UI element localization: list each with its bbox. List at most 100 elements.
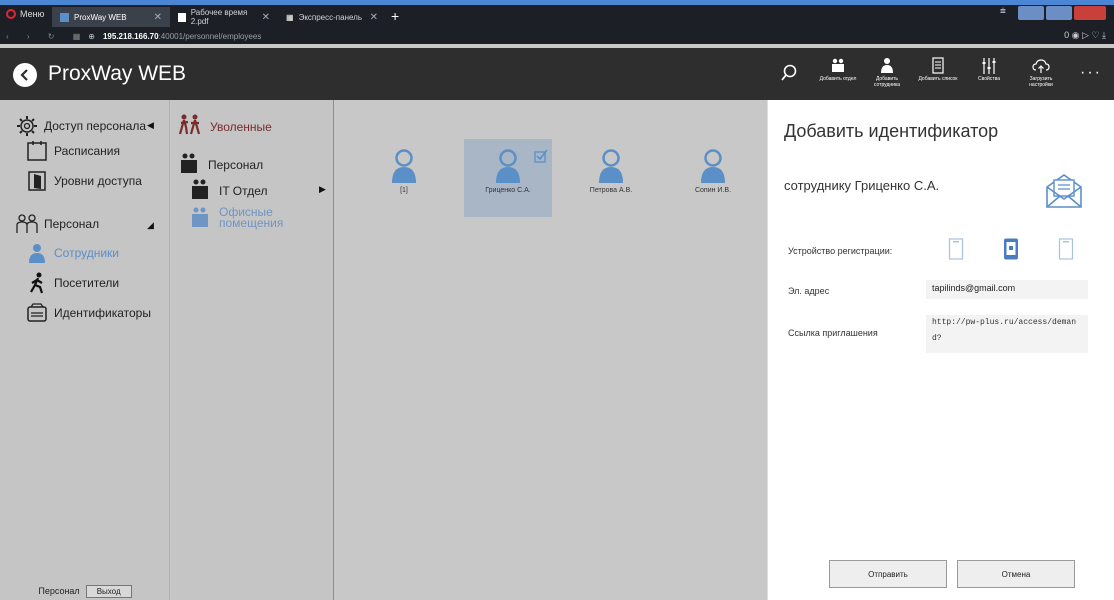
department-icon xyxy=(178,152,200,177)
address-bar-extensions-icon[interactable]: 0 ◉ ▷ ♡ ⤓ xyxy=(1064,30,1106,41)
calendar-icon xyxy=(26,140,48,162)
expand-arrow-icon[interactable]: ▶ xyxy=(319,184,326,195)
add-list-icon xyxy=(932,57,944,74)
footer-user-label: Персонал xyxy=(38,586,80,596)
sidebar-item-label: Уровни доступа xyxy=(54,174,142,188)
browser-tab-proxway[interactable]: ProxWay WEB ✕ xyxy=(52,7,170,27)
device-phone-icon[interactable] xyxy=(1003,238,1019,260)
sidebar-item-employees[interactable]: Сотрудники xyxy=(26,242,119,264)
security-icon[interactable]: ⊕ xyxy=(88,32,95,41)
tab-label: Рабочее время 2.pdf xyxy=(190,8,248,26)
minimize-button[interactable] xyxy=(1018,6,1044,20)
cancel-button[interactable]: Отмена xyxy=(957,560,1075,588)
employee-card[interactable]: [1] xyxy=(360,139,448,217)
toolbar-label: Свойства xyxy=(978,76,1000,82)
logout-button[interactable]: Выход xyxy=(85,584,132,598)
department-icon xyxy=(189,178,211,203)
employee-card-selected[interactable]: Гриценко С.А. xyxy=(464,139,552,217)
close-tab-icon[interactable]: ✕ xyxy=(154,12,162,23)
sidebar-item-personnel[interactable]: Персонал xyxy=(16,213,99,235)
close-tab-icon[interactable]: ✕ xyxy=(262,12,270,23)
toolbar-label: Добавить отдел xyxy=(819,76,857,82)
email-label: Эл. адрес xyxy=(788,286,830,296)
tree-item-fired[interactable]: Уволенные xyxy=(178,114,272,139)
address-bar: ‹ › ↻ ▦ ⊕ 195.218.166.70:40001/personnel… xyxy=(0,29,1114,44)
card-reader-icon xyxy=(26,302,48,324)
device-reader-icon[interactable] xyxy=(1058,238,1074,260)
employee-name: Сопин И.В. xyxy=(694,187,732,194)
fired-people-icon xyxy=(178,114,202,139)
window-accent-bar xyxy=(0,0,1114,5)
new-tab-button[interactable]: + xyxy=(391,7,399,25)
sidebar-footer: Персонал Выход xyxy=(0,582,170,600)
window-controls: ⩧ xyxy=(1000,6,1106,20)
sidebar-item-access[interactable]: Доступ персонала xyxy=(16,115,146,137)
employee-name: Петрова А.В. xyxy=(589,187,633,194)
toolbar-label: Загрузить настройки xyxy=(1029,76,1053,88)
panel-title: Добавить идентификатор xyxy=(784,121,999,141)
people-icon xyxy=(16,213,38,235)
tree-item-it-dept[interactable]: IT Отдел xyxy=(189,178,268,203)
checkbox-checked-icon[interactable] xyxy=(534,149,548,163)
tab-label: ProxWay WEB xyxy=(74,12,127,22)
browser-menu-button[interactable]: Меню xyxy=(6,9,44,19)
tab-bar: Меню ProxWay WEB ✕ Рабочее время 2.pdf ✕… xyxy=(0,6,1114,28)
tree-item-office[interactable]: Офисные помещения xyxy=(189,206,289,230)
sidebar-item-identifiers[interactable]: Идентификаторы xyxy=(26,302,151,324)
invite-link-label: Ссылка приглашения xyxy=(788,328,878,338)
sidebar-item-label: Доступ персонала xyxy=(44,119,147,133)
close-tab-icon[interactable]: ✕ xyxy=(370,12,378,23)
add-employee-icon xyxy=(881,58,893,73)
add-department-button[interactable]: Добавить отдел xyxy=(815,57,861,82)
add-list-button[interactable]: Добавить список xyxy=(915,57,961,82)
nav-buttons[interactable]: ‹ › ↻ ▦ xyxy=(6,32,88,41)
browser-tab-pdf[interactable]: Рабочее время 2.pdf ✕ xyxy=(170,7,278,27)
gear-icon xyxy=(16,115,38,137)
more-menu-icon[interactable]: ··· xyxy=(1080,64,1102,82)
back-button[interactable] xyxy=(13,63,37,87)
walking-person-icon xyxy=(26,272,48,294)
device-reader-icon[interactable] xyxy=(948,238,964,260)
tree-item-label: IT Отдел xyxy=(219,183,268,198)
send-button[interactable]: Отправить xyxy=(829,560,947,588)
tab-filter-icon[interactable]: ⩧ xyxy=(1000,6,1016,20)
add-employee-button[interactable]: Добавить сотрудника xyxy=(864,57,910,88)
search-button[interactable] xyxy=(780,64,798,87)
search-icon xyxy=(781,64,797,81)
employee-name: [1] xyxy=(400,187,408,194)
sidebar-item-visitors[interactable]: Посетители xyxy=(26,272,119,294)
email-field[interactable]: tapilinds@gmail.com xyxy=(926,280,1088,299)
maximize-button[interactable] xyxy=(1046,6,1072,20)
grid-icon: ▦ xyxy=(286,12,294,22)
opera-logo-icon xyxy=(6,9,16,19)
collapse-arrow-icon[interactable]: ◀ xyxy=(147,120,154,131)
employee-card[interactable]: Петрова А.В. xyxy=(567,139,655,217)
sidebar-item-access-levels[interactable]: Уровни доступа xyxy=(26,170,142,192)
department-tree: Уволенные Персонал IT Отдел ▶ Офисные по… xyxy=(171,100,334,600)
sidebar-item-schedules[interactable]: Расписания xyxy=(26,140,120,162)
invite-link-field[interactable]: http://pw-plus.ru/access/demand? xyxy=(926,315,1088,353)
tree-item-label: Уволенные xyxy=(210,119,272,134)
left-sidebar: Доступ персонала ◀ Расписания Уровни дос… xyxy=(0,100,170,600)
toolbar-label: Добавить сотрудника xyxy=(873,76,901,88)
mail-envelope-icon xyxy=(1046,174,1082,208)
department-icon xyxy=(189,206,211,230)
properties-button[interactable]: Свойства xyxy=(966,57,1012,82)
tree-item-personnel[interactable]: Персонал xyxy=(178,152,263,177)
browser-tab-speeddial[interactable]: ▦ Экспресс-панель ✕ xyxy=(278,7,386,27)
sidebar-item-label: Посетители xyxy=(54,276,120,290)
url-field[interactable]: 195.218.166.70:40001/personnel/employees xyxy=(103,32,261,41)
load-settings-button[interactable]: Загрузить настройки xyxy=(1018,57,1064,88)
close-window-button[interactable] xyxy=(1074,6,1106,20)
employee-avatar-icon xyxy=(392,149,416,183)
collapse-arrow-icon[interactable]: ◢ xyxy=(147,220,154,231)
tree-item-label: Офисные помещения xyxy=(219,205,284,230)
employee-card[interactable]: Сопин И.В. xyxy=(669,139,757,217)
tree-item-label: Персонал xyxy=(208,157,264,172)
door-icon xyxy=(26,170,48,192)
sidebar-item-label: Идентификаторы xyxy=(54,306,151,320)
employee-icon xyxy=(26,242,48,264)
employee-name: Гриценко С.А. xyxy=(485,187,531,194)
employee-avatar-icon xyxy=(701,149,725,183)
browser-chrome: Меню ProxWay WEB ✕ Рабочее время 2.pdf ✕… xyxy=(0,0,1114,44)
